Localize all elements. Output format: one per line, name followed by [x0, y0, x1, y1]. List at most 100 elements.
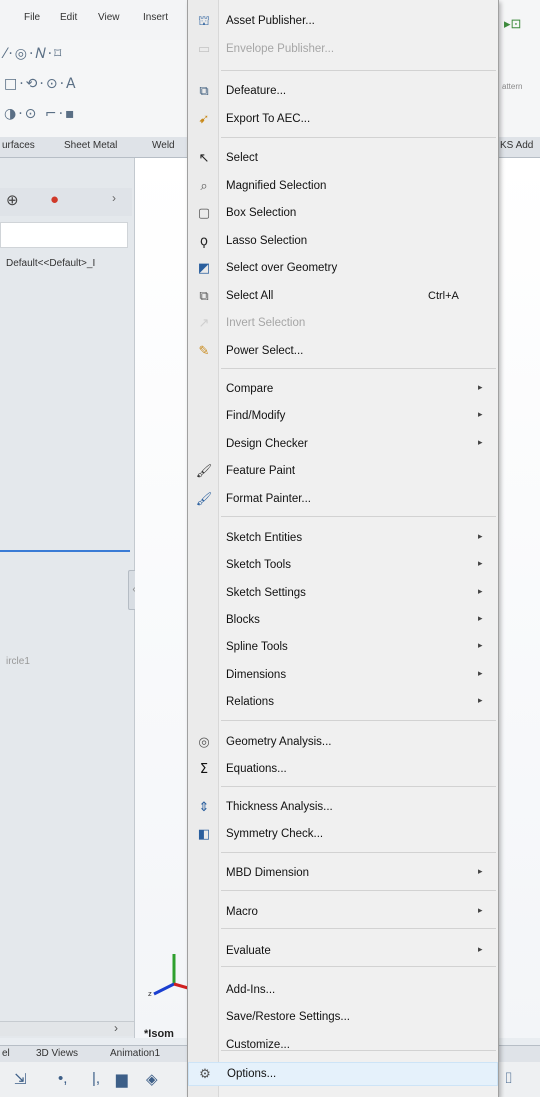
- menu-separator: [221, 786, 496, 787]
- select-geometry-icon: ◩: [197, 261, 211, 276]
- menu-item-feature-paint[interactable]: 🖌 Feature Paint: [188, 460, 498, 484]
- menu-item-defeature[interactable]: ⧉ Defeature...: [188, 80, 498, 104]
- defeature-icon: ⧉: [199, 84, 209, 99]
- menu-item-save-restore-settings[interactable]: Save/Restore Settings...: [188, 1006, 498, 1030]
- feature-manager-panel: ⊕ ● › Default<<Default>_I ircle1: [0, 158, 135, 1038]
- tab-add-ins[interactable]: KS Add: [500, 140, 533, 151]
- tab-3d-views[interactable]: 3D Views: [36, 1048, 78, 1059]
- menu-item-label: Select: [226, 152, 258, 164]
- panel-divider: [0, 550, 130, 552]
- menu-item-find-modify[interactable]: Find/Modify ▸: [188, 405, 498, 429]
- menu-item-label: Asset Publisher...: [226, 15, 315, 27]
- line-icon[interactable]: |,: [92, 1070, 100, 1087]
- display-manager-icon[interactable]: ●: [50, 191, 59, 208]
- axis-triad-icon: z: [148, 954, 189, 998]
- menu-item-format-painter[interactable]: 🖌 Format Painter...: [188, 488, 498, 512]
- view-settings-icon[interactable]: ◈: [146, 1070, 158, 1088]
- tab-model[interactable]: el: [2, 1048, 10, 1059]
- menu-item-select-over-geometry[interactable]: ◩ Select over Geometry: [188, 257, 498, 281]
- menu-item-sketch-settings[interactable]: Sketch Settings ▸: [188, 582, 498, 606]
- menu-item-invert-selection[interactable]: ↗ Invert Selection: [188, 312, 498, 336]
- filter-box[interactable]: [0, 222, 128, 248]
- menu-item-equations[interactable]: Σ Equations...: [188, 758, 498, 782]
- menu-item-envelope-publisher[interactable]: ▭ Envelope Publisher...: [188, 38, 498, 62]
- invert-selection-icon: ↗: [198, 316, 210, 331]
- menu-item-power-select[interactable]: ✎ Power Select...: [188, 340, 498, 364]
- menu-item-macro[interactable]: Macro ▸: [188, 901, 498, 925]
- menu-item-options[interactable]: ⚙ Options...: [188, 1062, 498, 1086]
- menu-item-label: Sketch Settings: [226, 587, 306, 599]
- toolbar-row-3[interactable]: ◑·⊙ ⌐·▪: [4, 106, 77, 122]
- menu-item-label: Macro: [226, 906, 258, 918]
- menu-view[interactable]: View: [98, 12, 120, 23]
- tab-surfaces[interactable]: urfaces: [2, 140, 35, 151]
- submenu-arrow-icon: ▸: [478, 866, 483, 876]
- box-selection-icon: ▢: [197, 206, 211, 221]
- tools-dropdown-menu: ⛫ Asset Publisher... ▭ Envelope Publisher..…: [187, 0, 499, 1097]
- sketch-toolbar: ⁄·◎·𝑁·⌑ □·⟲·⊙·A ◑·⊙ ⌐·▪: [0, 40, 190, 140]
- lasso-icon: ϙ: [200, 234, 208, 249]
- tree-item-sketch[interactable]: ircle1: [6, 656, 30, 667]
- menu-item-customize[interactable]: Customize...: [188, 1034, 498, 1058]
- select-filter-icon[interactable]: ⇲: [14, 1070, 27, 1088]
- right-toolbar: ▸⊡ attern: [497, 0, 540, 140]
- menu-separator: [221, 890, 496, 891]
- menu-item-label: Format Painter...: [226, 493, 312, 505]
- menu-edit[interactable]: Edit: [60, 12, 77, 23]
- submenu-arrow-icon: ▸: [478, 944, 483, 954]
- menu-item-label: Spline Tools: [226, 641, 288, 653]
- menu-item-label: Save/Restore Settings...: [226, 1011, 351, 1023]
- save-icon[interactable]: ▸⊡: [504, 16, 521, 32]
- menu-item-magnified-selection[interactable]: ⌕ Magnified Selection: [188, 175, 498, 199]
- submenu-arrow-icon: ▸: [478, 409, 483, 419]
- menu-item-compare[interactable]: Compare ▸: [188, 378, 498, 402]
- menu-insert[interactable]: Insert: [143, 12, 168, 23]
- toolbar-row-1[interactable]: ⁄·◎·𝑁·⌑: [4, 46, 63, 62]
- menu-item-select-all[interactable]: ⧉ Select All Ctrl+A: [188, 285, 498, 309]
- menu-item-label: Select All: [226, 290, 274, 302]
- envelope-publisher-icon: ▭: [197, 42, 211, 57]
- menu-item-thickness-analysis[interactable]: ⇕ Thickness Analysis...: [188, 796, 498, 820]
- thickness-analysis-icon: ⇕: [198, 800, 210, 815]
- menu-item-relations[interactable]: Relations ▸: [188, 691, 498, 715]
- configuration-label: Default<<Default>_I: [6, 258, 96, 269]
- menu-item-label: Defeature...: [226, 85, 287, 97]
- menu-item-evaluate[interactable]: Evaluate ▸: [188, 940, 498, 964]
- dimxpert-icon[interactable]: ⊕: [6, 191, 19, 209]
- menu-item-label: Power Select...: [226, 345, 304, 357]
- menu-item-select[interactable]: ↖ Select: [188, 147, 498, 171]
- tab-sheet-metal[interactable]: Sheet Metal: [64, 140, 117, 151]
- point-icon[interactable]: •,: [58, 1070, 67, 1087]
- menu-item-mbd-dimension[interactable]: MBD Dimension ▸: [188, 862, 498, 886]
- chevron-right-icon[interactable]: ›: [112, 191, 116, 205]
- scroll-right-arrow-icon[interactable]: ›: [114, 1021, 118, 1035]
- menu-item-lasso-selection[interactable]: ϙ Lasso Selection: [188, 230, 498, 254]
- menu-item-sketch-tools[interactable]: Sketch Tools ▸: [188, 554, 498, 578]
- menu-file[interactable]: File: [24, 12, 40, 23]
- display-style-icon[interactable]: ▆: [116, 1070, 128, 1088]
- toolbar-row-2[interactable]: □·⟲·⊙·A: [4, 76, 78, 92]
- menu-item-label: Evaluate: [226, 945, 271, 957]
- menu-item-spline-tools[interactable]: Spline Tools ▸: [188, 636, 498, 660]
- menu-item-add-ins[interactable]: Add-Ins...: [188, 979, 498, 1003]
- menu-item-export-to-aec[interactable]: ➹ Export To AEC...: [188, 108, 498, 132]
- tab-animation1[interactable]: Animation1: [110, 1048, 160, 1059]
- menu-item-label: Relations: [226, 696, 274, 708]
- svg-text:z: z: [148, 990, 152, 998]
- menu-item-label: Envelope Publisher...: [226, 43, 335, 55]
- menu-item-dimensions[interactable]: Dimensions ▸: [188, 664, 498, 688]
- menu-item-design-checker[interactable]: Design Checker ▸: [188, 433, 498, 457]
- menu-item-sketch-entities[interactable]: Sketch Entities ▸: [188, 527, 498, 551]
- submenu-arrow-icon: ▸: [478, 668, 483, 678]
- menu-item-symmetry-check[interactable]: ◧ Symmetry Check...: [188, 823, 498, 847]
- screen-capture-icon[interactable]: ⌷: [504, 1070, 513, 1087]
- menu-item-label: Magnified Selection: [226, 180, 327, 192]
- tab-weld[interactable]: Weld: [152, 140, 175, 151]
- menu-item-blocks[interactable]: Blocks ▸: [188, 609, 498, 633]
- menu-item-box-selection[interactable]: ▢ Box Selection: [188, 202, 498, 226]
- menu-item-label: Sketch Tools: [226, 559, 291, 571]
- feature-paint-icon: 🖌: [195, 464, 213, 479]
- submenu-arrow-icon: ▸: [478, 558, 483, 568]
- menu-item-geometry-analysis[interactable]: ◎ Geometry Analysis...: [188, 731, 498, 755]
- menu-item-asset-publisher[interactable]: ⛫ Asset Publisher...: [188, 10, 498, 34]
